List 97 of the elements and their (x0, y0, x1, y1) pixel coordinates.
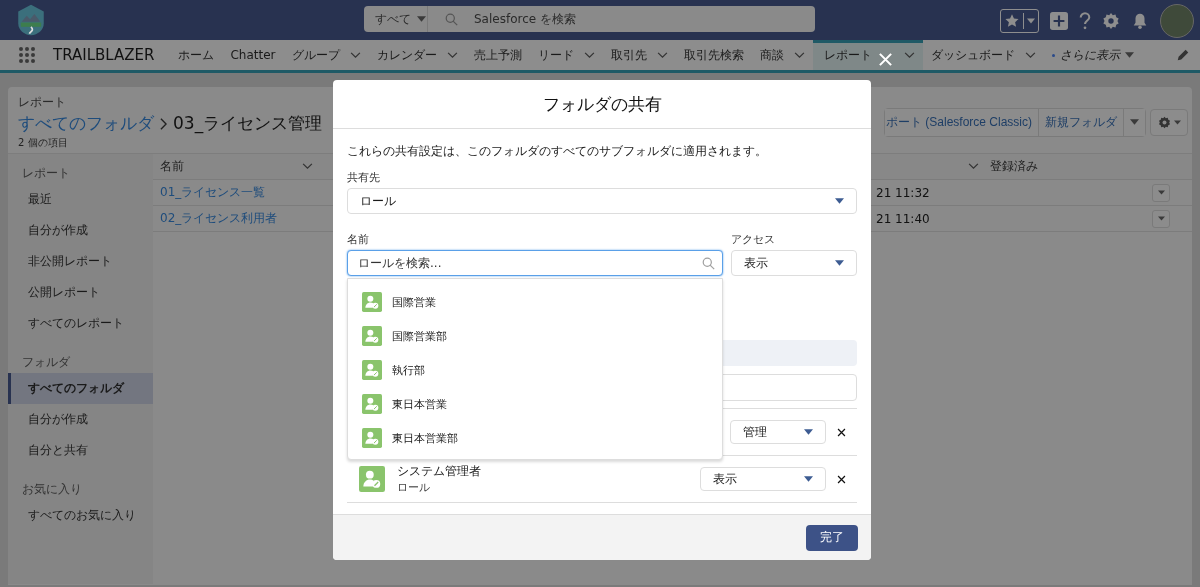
nav-tab[interactable]: 商談 (751, 40, 813, 70)
nav-tab[interactable]: Chatter (222, 40, 284, 70)
role-icon (362, 428, 382, 448)
caret-icon (1130, 119, 1139, 125)
suggestion-option[interactable]: 国際営業 (348, 285, 722, 319)
sidebar-item[interactable]: 公開レポート (8, 277, 153, 308)
nav-tab[interactable]: 取引先検索 (675, 40, 752, 70)
caret-icon (1173, 119, 1181, 125)
share-name: システム管理者 (397, 463, 481, 480)
nav-tab[interactable]: ホーム (170, 40, 223, 70)
suggestion-option[interactable]: 執行部 (348, 353, 722, 387)
plus-icon[interactable] (1050, 12, 1068, 30)
access-select[interactable]: 管理 (730, 420, 826, 444)
dialog-title: フォルダの共有 (333, 80, 871, 129)
field-label: アクセス (731, 232, 776, 247)
sidebar-item[interactable]: すべてのレポート (8, 308, 153, 339)
search-icon (702, 257, 715, 270)
object-label: レポート (18, 94, 67, 111)
share-type: ロール (397, 480, 431, 495)
suggestion-option[interactable]: 東日本営業部 (348, 421, 722, 455)
report-link[interactable]: 01_ライセンス一覧 (160, 184, 266, 201)
caret-icon (417, 16, 426, 22)
role-icon (362, 360, 382, 380)
sidebar-item[interactable]: 自分が作成 (8, 404, 153, 435)
nav-tab[interactable]: レポート (812, 40, 923, 70)
nav-tab[interactable]: リード (529, 40, 603, 70)
sidebar-item[interactable]: すべてのフォルダ (8, 373, 153, 404)
chevron-icon[interactable] (903, 51, 915, 59)
settings-button[interactable] (1150, 108, 1188, 136)
suggestion-option[interactable]: 国際営業部 (348, 319, 722, 353)
access-select[interactable]: 表示 (700, 467, 826, 491)
folder-title: 03_ライセンス管理 (173, 112, 323, 135)
description-text: これらの共有設定は、このフォルダのすべてのサブフォルダに適用されます。 (347, 143, 768, 160)
more-tab[interactable]: さらに表示 (1043, 40, 1142, 70)
row-actions-button[interactable] (1152, 183, 1170, 202)
chevron-icon[interactable] (1024, 51, 1036, 59)
search-field[interactable]: すべて Salesforce を検索 (364, 6, 815, 32)
nav-tab[interactable]: 取引先 (602, 40, 676, 70)
bell-icon[interactable] (1131, 12, 1149, 30)
caret-icon (1157, 216, 1165, 221)
sidebar-item[interactable]: すべてのお気に入り (8, 500, 153, 531)
chevron-icon[interactable] (349, 51, 361, 59)
settings-icon[interactable] (1102, 12, 1120, 30)
done-button[interactable]: 完了 (806, 524, 858, 551)
field-label: 名前 (347, 232, 370, 247)
section-heading: お気に入り (21, 481, 83, 498)
section-heading: フォルダ (21, 354, 71, 371)
close-icon[interactable] (878, 52, 893, 67)
remove-icon[interactable] (836, 426, 847, 438)
column-header: 名前 (160, 158, 184, 175)
nav-tab[interactable]: ダッシュボード (922, 40, 1044, 70)
sidebar-item[interactable]: 自分と共有 (8, 435, 153, 466)
sidebar-item[interactable]: 非公開レポート (8, 246, 153, 277)
caret-icon (804, 476, 813, 482)
access-select[interactable]: 表示 (731, 250, 857, 276)
section-heading: レポート (21, 165, 71, 182)
name-search-field[interactable]: ロールを検索... (347, 250, 723, 276)
field-label: 共有先 (347, 170, 381, 185)
settings-icon (1157, 115, 1171, 129)
chevron-icon[interactable] (793, 51, 805, 59)
role-icon (362, 326, 382, 346)
pencil-icon[interactable] (1176, 48, 1190, 62)
column-header: 登録済み (989, 158, 1039, 175)
search-scope-dropdown[interactable]: すべて (364, 6, 428, 32)
suggestion-option[interactable]: 東日本営業 (348, 387, 722, 421)
chevron-icon (160, 117, 167, 130)
role-icon (362, 394, 382, 414)
table-cell: 21 11:40 (876, 211, 930, 226)
sidebar-item[interactable]: 最近 (8, 184, 153, 215)
caret-icon (1157, 190, 1165, 195)
role-icon (359, 466, 385, 492)
nav-tab[interactable]: グループ (283, 40, 369, 70)
caret-icon (835, 260, 844, 266)
report-link[interactable]: 02_ライセンス利用者 (160, 210, 278, 227)
chevron-icon[interactable] (656, 51, 668, 59)
remove-icon[interactable] (836, 473, 847, 485)
chevron-icon[interactable] (302, 163, 313, 170)
sidebar-item[interactable]: 自分が作成 (8, 215, 153, 246)
app-name: TRAILBLAZER (53, 46, 155, 64)
more-actions-button[interactable] (1123, 108, 1145, 136)
chevron-icon[interactable] (446, 51, 458, 59)
chevron-icon[interactable] (968, 163, 979, 170)
item-count: 2 個の項目 (18, 136, 69, 150)
nav-tab[interactable]: 売上予測 (465, 40, 530, 70)
role-icon (362, 292, 382, 312)
help-icon[interactable] (1079, 12, 1091, 30)
caret-icon (1124, 52, 1134, 58)
chevron-icon[interactable] (583, 51, 595, 59)
caret-icon (804, 429, 813, 435)
caret-icon (835, 198, 844, 204)
table-cell: 21 11:32 (876, 185, 930, 200)
search-icon (445, 12, 458, 26)
avatar[interactable] (1160, 4, 1194, 38)
share-with-select[interactable]: ロール (347, 188, 857, 214)
app-launcher-icon[interactable] (18, 46, 36, 64)
nav-tab[interactable]: カレンダー (368, 40, 466, 70)
row-actions-button[interactable] (1152, 209, 1170, 228)
